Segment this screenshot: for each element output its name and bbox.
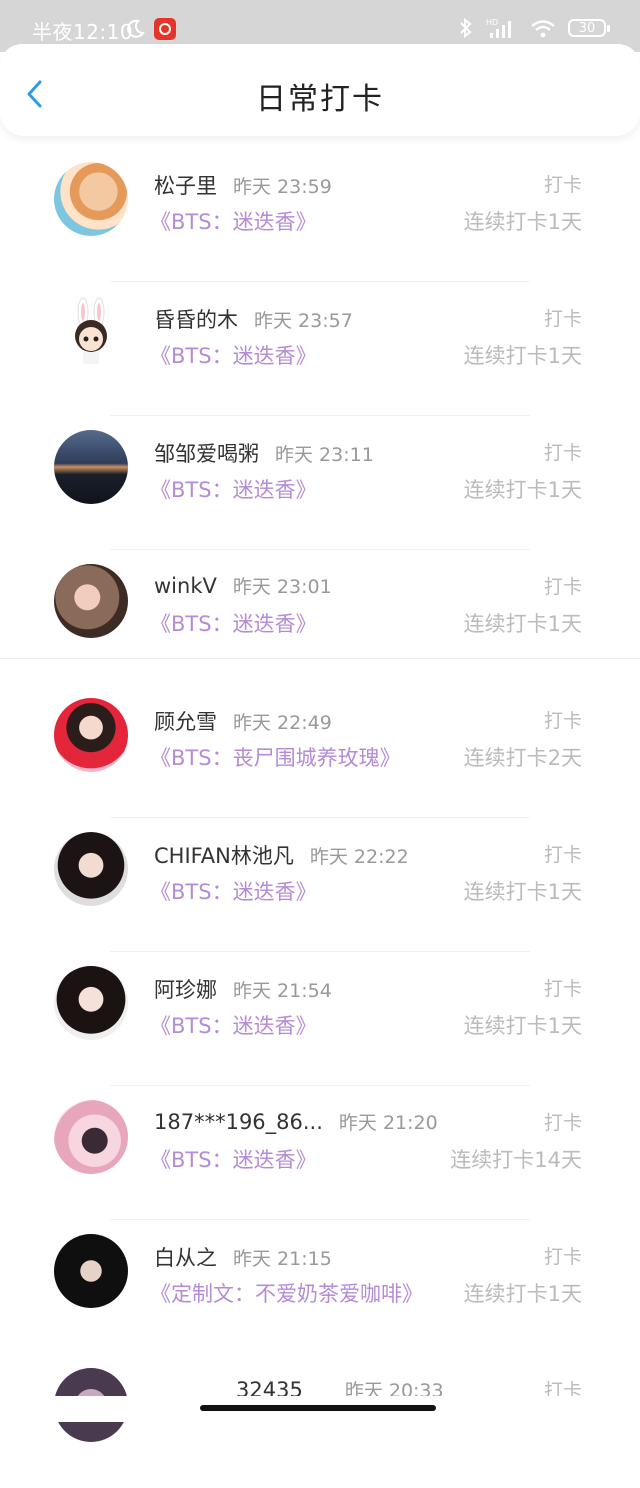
moon-icon xyxy=(127,19,145,38)
svg-text:HD: HD xyxy=(486,18,498,27)
avatar[interactable] xyxy=(54,832,128,906)
book-title[interactable]: 《BTS：丧尸围城养玫瑰》 xyxy=(150,742,401,772)
checkin-label: 打卡 xyxy=(543,710,582,732)
user-name[interactable]: 松子里 昨天 23:59 xyxy=(154,170,332,200)
home-indicator[interactable] xyxy=(200,1405,436,1411)
checkin-label: 打卡 xyxy=(543,174,582,196)
avatar[interactable] xyxy=(54,698,128,772)
checkin-label: 打卡 xyxy=(543,844,582,866)
list-item[interactable]: 顾允雪 昨天 22:49 《BTS：丧尸围城养玫瑰》 打卡 连续打卡2天 xyxy=(0,684,640,818)
checkin-time: 昨天 21:54 xyxy=(233,980,332,1002)
streak-count: 连续打卡14天 xyxy=(450,1148,582,1172)
avatar[interactable] xyxy=(54,564,128,638)
book-title[interactable]: 《定制文：不爱奶茶爱咖啡》 xyxy=(150,1278,423,1308)
bunny-girl-avatar xyxy=(75,297,107,364)
battery-icon: 30 xyxy=(568,19,610,37)
checkin-label: 打卡 xyxy=(543,1246,582,1268)
avatar[interactable] xyxy=(54,430,128,504)
user-name[interactable]: 阿珍娜 昨天 21:54 xyxy=(154,974,332,1004)
avatar[interactable] xyxy=(54,296,128,370)
checkin-label: 打卡 xyxy=(543,576,582,598)
checkin-time: 昨天 21:20 xyxy=(338,1112,438,1134)
book-title[interactable]: 《BTS：迷迭香》 xyxy=(150,474,317,504)
book-title[interactable]: 《BTS：迷迭香》 xyxy=(150,340,317,370)
status-icons: HD 30 xyxy=(458,14,610,42)
wifi-icon xyxy=(531,20,555,38)
section-divider xyxy=(0,658,640,659)
checkin-label: 打卡 xyxy=(543,308,582,330)
list-item[interactable]: 白从之 昨天 21:15 《定制文：不爱奶茶爱咖啡》 打卡 连续打卡1天 xyxy=(0,1220,640,1354)
book-title[interactable]: 《BTS：迷迭香》 xyxy=(150,1010,317,1040)
user-name[interactable]: 昏昏的木 昨天 23:57 xyxy=(154,304,353,334)
list-item[interactable]: winkV 昨天 23:01 《BTS：迷迭香》 打卡 连续打卡1天 xyxy=(0,550,640,684)
streak-count: 连续打卡1天 xyxy=(463,880,582,904)
checkin-label: 打卡 xyxy=(543,978,582,1000)
checkin-time: 昨天 22:22 xyxy=(309,846,409,868)
bluetooth-icon xyxy=(460,17,472,39)
checkin-list: 松子里 昨天 23:59 《BTS：迷迭香》 打卡 连续打卡1天 昏昏的木 昨天 2… xyxy=(0,148,640,1488)
book-title[interactable]: 《BTS：迷迭香》 xyxy=(150,608,317,638)
status-time: 半夜12:10 xyxy=(32,20,134,44)
checkin-time: 昨天 23:59 xyxy=(233,176,332,198)
user-name[interactable]: CHIFAN林池凡 昨天 22:22 xyxy=(154,840,409,870)
nav-header: 日常打卡 xyxy=(0,44,640,136)
streak-count: 连续打卡2天 xyxy=(463,746,582,770)
user-name[interactable]: 邹邹爱喝粥 昨天 23:11 xyxy=(154,438,374,468)
checkin-label: 打卡 xyxy=(543,1112,582,1134)
avatar[interactable] xyxy=(54,966,128,1040)
avatar[interactable] xyxy=(54,162,128,236)
list-item[interactable]: 邹邹爱喝粥 昨天 23:11 《BTS：迷迭香》 打卡 连续打卡1天 xyxy=(0,416,640,550)
hd-signal-icon: HD xyxy=(486,18,511,38)
list-item[interactable]: 187***196_86... 昨天 21:20 《BTS：迷迭香》 打卡 连续打… xyxy=(0,1086,640,1220)
book-title[interactable]: 《BTS：迷迭香》 xyxy=(150,1144,317,1174)
checkin-label: 打卡 xyxy=(543,442,582,464)
streak-count: 连续打卡1天 xyxy=(463,612,582,636)
list-item[interactable]: CHIFAN林池凡 昨天 22:22 《BTS：迷迭香》 打卡 连续打卡1天 xyxy=(0,818,640,952)
checkin-time: 昨天 23:11 xyxy=(275,444,374,466)
streak-count: 连续打卡1天 xyxy=(463,1282,582,1306)
streak-count: 连续打卡1天 xyxy=(463,1014,582,1038)
checkin-time: 昨天 21:15 xyxy=(233,1248,332,1270)
page-title: 日常打卡 xyxy=(256,82,384,117)
battery-level: 30 xyxy=(578,20,596,36)
checkin-time: 昨天 23:01 xyxy=(232,576,332,598)
book-title[interactable]: 《BTS：迷迭香》 xyxy=(150,876,317,906)
list-item[interactable]: 昏昏的木 昨天 23:57 《BTS：迷迭香》 打卡 连续打卡1天 xyxy=(0,282,640,416)
list-item[interactable]: 阿珍娜 昨天 21:54 《BTS：迷迭香》 打卡 连续打卡1天 xyxy=(0,952,640,1086)
streak-count: 连续打卡1天 xyxy=(463,478,582,502)
user-name[interactable]: winkV 昨天 23:01 xyxy=(154,572,332,599)
checkin-time: 昨天 23:57 xyxy=(254,310,353,332)
list-item[interactable]: 松子里 昨天 23:59 《BTS：迷迭香》 打卡 连续打卡1天 xyxy=(0,148,640,282)
user-name[interactable]: 顾允雪 昨天 22:49 xyxy=(154,706,332,736)
avatar[interactable] xyxy=(54,1100,128,1174)
user-name[interactable]: 187***196_86... 昨天 21:20 xyxy=(154,1108,438,1135)
user-name[interactable]: 白从之 昨天 21:15 xyxy=(154,1242,332,1272)
checkin-time: 昨天 22:49 xyxy=(233,712,332,734)
book-title[interactable]: 《BTS：迷迭香》 xyxy=(150,206,317,236)
netease-music-icon xyxy=(154,18,176,40)
streak-count: 连续打卡1天 xyxy=(463,344,582,368)
avatar[interactable] xyxy=(54,1234,128,1308)
streak-count: 连续打卡1天 xyxy=(463,210,582,234)
